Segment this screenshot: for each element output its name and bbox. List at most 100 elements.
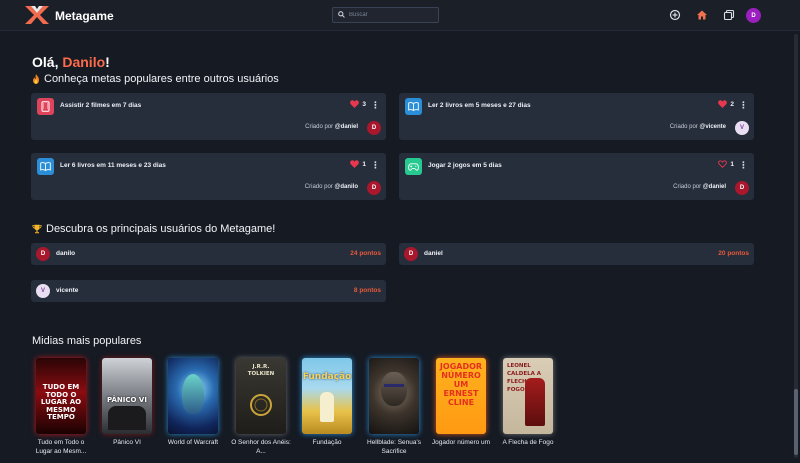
top-user-row[interactable]: D danilo 24 pontos <box>31 243 386 265</box>
media-poster[interactable]: PÂNICO VI <box>102 358 152 434</box>
user-row-points: 24 pontos <box>350 250 381 257</box>
poster-figure <box>320 392 334 422</box>
goal-title[interactable]: Ler 6 livros em 11 meses e 23 dias <box>60 162 166 169</box>
creator-avatar[interactable]: D <box>735 181 749 195</box>
created-by-label: Criado por <box>669 124 698 130</box>
add-circle-icon[interactable] <box>669 9 681 21</box>
user-row-avatar[interactable]: D <box>36 247 50 261</box>
media-caption[interactable]: World of Warcraft <box>162 438 224 447</box>
user-row-name[interactable]: danilo <box>56 250 75 257</box>
home-icon[interactable] <box>696 9 708 21</box>
media-caption[interactable]: O Senhor dos Anéis: A... <box>230 438 292 456</box>
goal-card[interactable]: Jogar 2 jogos em 5 dias 1 ⋮ Criado por @… <box>399 153 754 200</box>
creator-avatar[interactable]: D <box>367 121 381 135</box>
media-caption[interactable]: Fundação <box>296 438 358 447</box>
greeting-prefix: Olá, <box>32 54 63 70</box>
goal-card[interactable]: Assistir 2 filmes em 7 dias 3 ⋮ Criado p… <box>31 93 386 140</box>
user-row-name[interactable]: daniel <box>424 250 443 257</box>
media-item[interactable]: J.R.R. TOLKIEN O Senhor dos Anéis: A... <box>231 358 291 456</box>
creator-handle[interactable]: @daniel <box>703 184 726 190</box>
top-user-row[interactable]: V vicente 8 pontos <box>31 280 386 302</box>
page-scrollbar[interactable] <box>794 34 798 458</box>
like-count: 1 <box>362 160 366 168</box>
media-caption[interactable]: Jogador número um <box>430 438 492 447</box>
media-poster[interactable] <box>168 358 218 434</box>
media-item[interactable]: LEONEL CALDELA A FLECHA DE FOGO A Flecha… <box>503 358 555 447</box>
creator-handle[interactable]: @danilo <box>334 184 358 190</box>
goal-title[interactable]: Ler 2 livros em 5 meses e 27 dias <box>428 102 531 109</box>
like-button[interactable]: 3 <box>350 100 366 108</box>
goal-creator: Criado por @daniel <box>673 184 726 190</box>
scrollbar-thumb[interactable] <box>794 389 798 455</box>
goal-title[interactable]: Assistir 2 filmes em 7 dias <box>60 102 141 109</box>
book-icon <box>408 102 419 111</box>
search-box[interactable] <box>332 7 439 23</box>
popular-goals-title-text: Conheça metas populares entre outros usu… <box>44 73 279 85</box>
search-input[interactable] <box>349 9 435 21</box>
user-row-avatar[interactable]: V <box>36 284 50 298</box>
goal-type-badge <box>405 98 422 115</box>
creator-avatar[interactable]: V <box>735 121 749 135</box>
heart-icon <box>350 160 360 168</box>
ring-icon <box>250 394 272 416</box>
more-options-icon[interactable]: ⋮ <box>371 100 380 112</box>
media-caption[interactable]: A Flecha de Fogo <box>497 438 559 447</box>
media-poster[interactable]: Fundação <box>302 358 352 434</box>
creator-avatar[interactable]: D <box>367 181 381 195</box>
goal-type-badge <box>37 98 54 115</box>
creator-handle[interactable]: @daniel <box>335 124 358 130</box>
user-avatar[interactable]: D <box>746 8 761 23</box>
poster-face <box>381 372 407 406</box>
media-poster[interactable]: LEONEL CALDELA A FLECHA DE FOGO <box>503 358 553 434</box>
media-item[interactable]: TUDO EM TODO O LUGAR AO MESMO TEMPO Tudo… <box>36 358 88 456</box>
media-poster[interactable]: TUDO EM TODO O LUGAR AO MESMO TEMPO <box>36 358 86 434</box>
fire-icon <box>33 74 39 84</box>
brand-name[interactable]: Metagame <box>55 9 114 23</box>
media-item[interactable]: Fundação Fundação <box>302 358 354 447</box>
poster-title-text: PÂNICO VI <box>107 396 147 404</box>
goal-card[interactable]: Ler 6 livros em 11 meses e 23 dias 1 ⋮ C… <box>31 153 386 200</box>
user-row-avatar[interactable]: D <box>404 247 418 261</box>
goal-type-badge <box>405 158 422 175</box>
popular-media-title-text: Midias mais populares <box>32 335 142 347</box>
goal-type-badge <box>37 158 54 175</box>
media-caption[interactable]: Tudo em Todo o Lugar ao Mesm... <box>30 438 92 456</box>
popular-media-title: Midias mais populares <box>32 335 141 347</box>
more-options-icon[interactable]: ⋮ <box>739 160 748 172</box>
like-button[interactable]: 2 <box>718 100 734 108</box>
goal-card[interactable]: Ler 2 livros em 5 meses e 27 dias 2 ⋮ Cr… <box>399 93 754 140</box>
heart-icon <box>718 100 728 108</box>
poster-title-text: TUDO EM TODO O LUGAR AO MESMO TEMPO <box>40 383 82 421</box>
more-options-icon[interactable]: ⋮ <box>739 100 748 112</box>
goal-title[interactable]: Jogar 2 jogos em 5 dias <box>428 162 502 169</box>
media-poster[interactable]: JOGADOR NÚMERO UM ERNEST CLINE <box>436 358 486 434</box>
goal-creator: Criado por @daniel <box>305 124 358 130</box>
poster-title-text: Fundação <box>302 372 352 382</box>
heart-outline-icon <box>718 160 728 168</box>
media-caption[interactable]: Pânico VI <box>96 438 158 447</box>
like-button[interactable]: 1 <box>718 160 734 168</box>
top-navbar: Metagame D <box>0 0 800 31</box>
created-by-label: Criado por <box>304 184 333 190</box>
media-poster[interactable] <box>369 358 419 434</box>
media-poster[interactable]: J.R.R. TOLKIEN <box>236 358 286 434</box>
poster-character <box>182 374 204 414</box>
media-item[interactable]: World of Warcraft <box>168 358 220 447</box>
media-item[interactable]: Hellblade: Senua's Sacrifice <box>367 358 421 456</box>
like-count: 3 <box>362 100 366 108</box>
media-caption[interactable]: Hellblade: Senua's Sacrifice <box>363 438 425 456</box>
creator-handle[interactable]: @vicente <box>699 124 726 130</box>
top-users-title-text: Descubra os principais usuários do Metag… <box>46 223 276 235</box>
metagame-logo-icon[interactable] <box>25 6 49 24</box>
poster-face-paint <box>384 384 404 387</box>
like-button[interactable]: 1 <box>350 160 366 168</box>
like-count: 1 <box>730 160 734 168</box>
user-row-name[interactable]: vicente <box>56 287 78 294</box>
heart-icon <box>350 100 360 108</box>
more-options-icon[interactable]: ⋮ <box>371 160 380 172</box>
book-icon <box>40 162 51 171</box>
media-item[interactable]: PÂNICO VI Pânico VI <box>102 358 154 447</box>
media-item[interactable]: JOGADOR NÚMERO UM ERNEST CLINE Jogador n… <box>432 358 490 447</box>
collections-icon[interactable] <box>723 9 735 21</box>
top-user-row[interactable]: D daniel 20 pontos <box>399 243 754 265</box>
